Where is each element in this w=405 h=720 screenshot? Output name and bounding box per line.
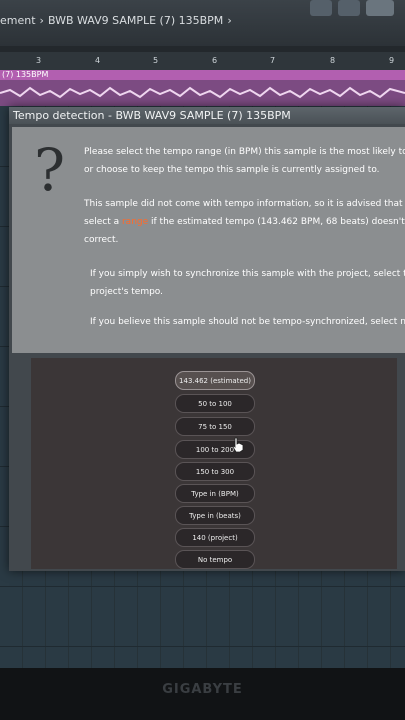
info-text: select a xyxy=(84,217,122,227)
tempo-options-panel: 143.462 (estimated) 50 to 100 75 to 150 … xyxy=(31,358,397,569)
toolbar-button-1[interactable] xyxy=(310,0,332,16)
timeline-ruler[interactable]: 3 4 5 6 7 8 9 xyxy=(0,52,405,70)
dialog-titlebar[interactable]: Tempo detection - BWB WAV9 SAMPLE (7) 13… xyxy=(9,107,405,124)
playlist-toolbar: ement › BWB WAV9 SAMPLE (7) 135BPM › xyxy=(0,0,405,46)
option-type-bpm-button[interactable]: Type in (BPM) xyxy=(175,484,255,503)
dialog-info-panel: ? Please select the tempo range (in BPM)… xyxy=(12,127,405,353)
question-mark-icon: ? xyxy=(34,136,66,204)
breadcrumb: ement › BWB WAV9 SAMPLE (7) 135BPM › xyxy=(0,14,236,27)
info-line: or choose to keep the tempo this sample … xyxy=(84,165,380,175)
option-75-150-button[interactable]: 75 to 150 xyxy=(175,417,255,436)
info-text: if the estimated tempo (143.462 BPM, 68 … xyxy=(148,217,405,227)
range-link[interactable]: range xyxy=(122,217,148,227)
info-line: select a range if the estimated tempo (1… xyxy=(84,213,405,231)
option-150-300-button[interactable]: 150 to 300 xyxy=(175,462,255,481)
info-line: correct. xyxy=(84,235,119,245)
info-line: This sample did not come with tempo info… xyxy=(84,199,405,209)
option-type-beats-button[interactable]: Type in (beats) xyxy=(175,506,255,525)
info-line: Please select the tempo range (in BPM) t… xyxy=(84,147,405,157)
audio-clip-header[interactable]: (7) 135BPM xyxy=(0,70,405,80)
info-line: If you simply wish to synchronize this s… xyxy=(90,269,405,279)
dialog-title: Tempo detection - BWB WAV9 SAMPLE (7) 13… xyxy=(13,109,291,122)
grid-row-line xyxy=(0,586,405,587)
toolbar-button-2[interactable] xyxy=(338,0,360,16)
waveform-graphic xyxy=(0,86,405,99)
fl-studio-screen: ement › BWB WAV9 SAMPLE (7) 135BPM › 3 4… xyxy=(0,0,405,668)
ruler-tick: 6 xyxy=(212,56,218,65)
option-no-tempo-button[interactable]: No tempo xyxy=(175,550,255,569)
tempo-detection-dialog: Tempo detection - BWB WAV9 SAMPLE (7) 13… xyxy=(9,107,405,571)
breadcrumb-sep-icon: › xyxy=(39,14,44,27)
option-project-button[interactable]: 140 (project) xyxy=(175,528,255,547)
ruler-tick: 3 xyxy=(36,56,42,65)
info-line: project's tempo. xyxy=(90,287,164,297)
ruler-tick: 4 xyxy=(95,56,101,65)
ruler-tick: 9 xyxy=(389,56,395,65)
option-estimated-button[interactable]: 143.462 (estimated) xyxy=(175,371,255,390)
audio-clip-label: (7) 135BPM xyxy=(2,70,49,79)
toolbar-buttons xyxy=(310,0,400,16)
breadcrumb-part2[interactable]: BWB WAV9 SAMPLE (7) 135BPM xyxy=(48,14,223,27)
ruler-tick: 7 xyxy=(270,56,276,65)
ruler-tick: 8 xyxy=(330,56,336,65)
grid-row-line xyxy=(0,646,405,647)
audio-clip-waveform[interactable] xyxy=(0,80,405,106)
breadcrumb-part1[interactable]: ement xyxy=(0,14,36,27)
toolbar-button-3[interactable] xyxy=(366,0,394,16)
info-line: If you believe this sample should not be… xyxy=(90,317,405,327)
hand-cursor-icon xyxy=(232,437,244,453)
monitor-brand-logo: GIGABYTE xyxy=(162,682,243,697)
option-50-100-button[interactable]: 50 to 100 xyxy=(175,394,255,413)
breadcrumb-arrow-icon[interactable]: › xyxy=(227,14,231,27)
ruler-tick: 5 xyxy=(153,56,159,65)
